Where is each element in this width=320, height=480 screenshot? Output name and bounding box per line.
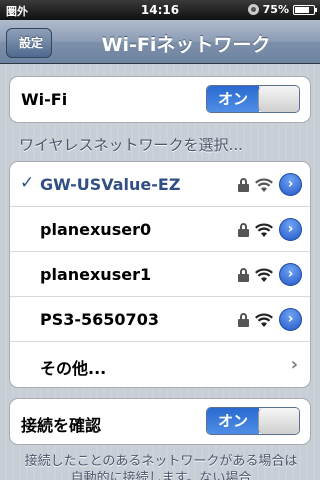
network-row[interactable]: PS3-5650703 › [10,297,310,342]
network-detail-button[interactable]: › [279,173,302,196]
ask-to-join-switch-knob [258,408,299,434]
status-right: 75% [247,3,317,16]
battery-icon [293,4,317,15]
ask-to-join-row: 接続を確認 オン [10,399,310,444]
back-button-label: 設定 [19,36,44,50]
battery-fill [295,6,309,13]
ask-to-join-group: 接続を確認 オン [9,398,311,445]
other-network-label: その他... [40,359,107,378]
network-icons: › [238,263,302,286]
network-name: GW-USValue-EZ [40,175,181,194]
network-icons: › [238,173,302,196]
ask-to-join-switch-on-label: オン [207,408,259,434]
status-bar: 圏外 14:16 75% [0,0,320,20]
checkmark-icon: ✓ [20,173,35,193]
network-row[interactable]: planexuser1 › [10,252,310,297]
network-icons: › [238,308,302,331]
wifi-label: Wi-Fi [21,90,68,109]
page-title: Wi-Fiネットワーク [101,34,271,56]
footer-description: 接続したことのあるネットワークがある場合は自動的に接続します。ない場合 [24,454,298,480]
wifi-row: Wi-Fi オン [10,77,310,122]
wifi-switch-on-label: オン [207,86,259,112]
back-button[interactable]: 設定 [6,28,52,58]
ask-to-join-label: 接続を確認 [21,416,102,435]
wifi-switch[interactable]: オン [206,85,300,113]
other-network-row[interactable]: その他... › [10,342,310,387]
wifi-toggle-group: Wi-Fi オン [9,76,311,123]
network-detail-button[interactable]: › [279,218,302,241]
ask-to-join-switch[interactable]: オン [206,407,300,435]
wifi-signal-icon [255,223,273,237]
network-name: planexuser1 [40,265,152,284]
chevron-right-icon: › [290,354,298,375]
wifi-signal-icon [255,313,273,327]
network-name: PS3-5650703 [40,310,159,329]
wifi-signal-icon [255,178,273,192]
network-name: planexuser0 [40,220,152,239]
lock-icon [238,177,249,192]
wifi-switch-knob [258,86,299,112]
network-icons: › [238,218,302,241]
network-row[interactable]: ✓ GW-USValue-EZ › [10,162,310,207]
lock-icon [238,267,249,282]
networks-group: ✓ GW-USValue-EZ › planexuser0 › planexus… [9,161,311,388]
battery-percent: 75% [262,3,289,16]
network-row[interactable]: planexuser0 › [10,207,310,252]
networks-section-header: ワイヤレスネットワークを選択... [19,136,243,154]
orientation-lock-icon [247,4,259,15]
network-detail-button[interactable]: › [279,308,302,331]
wifi-signal-icon [255,268,273,282]
lock-icon [238,222,249,237]
lock-icon [238,312,249,327]
network-detail-button[interactable]: › [279,263,302,286]
navigation-bar: 設定 Wi-Fiネットワーク [0,20,320,64]
